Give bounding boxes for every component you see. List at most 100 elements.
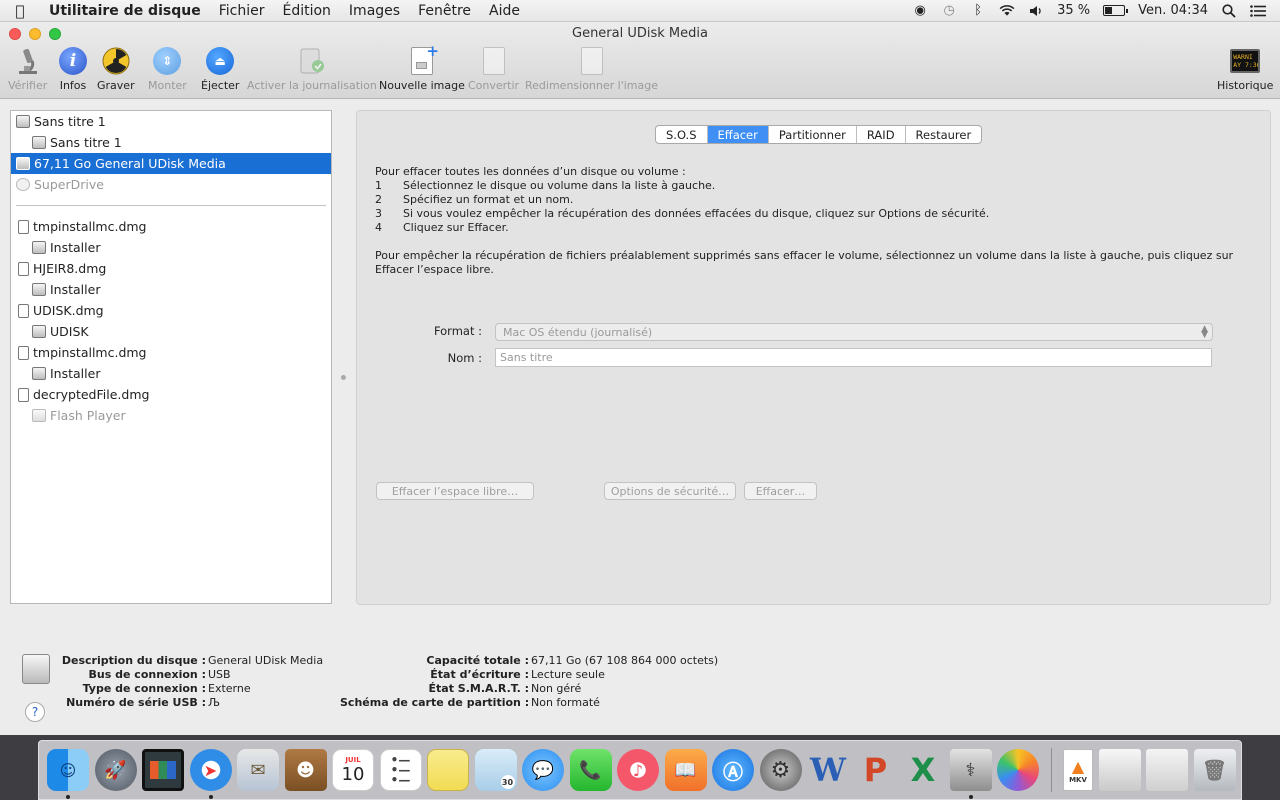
info-button[interactable]: i Infos bbox=[58, 46, 88, 92]
mount-button[interactable]: ⇕ Monter bbox=[148, 46, 187, 92]
sidebar-item-label: HJEIR8.dmg bbox=[33, 261, 107, 276]
history-button[interactable]: WARNI AY 7:36 Historique bbox=[1217, 46, 1273, 92]
mail-icon[interactable]: ✉ bbox=[237, 749, 279, 791]
eject-button[interactable]: ⏏ Éjecter bbox=[201, 46, 239, 92]
sidebar-item-dmg[interactable]: tmpinstallmc.dmg bbox=[11, 216, 331, 237]
step-3: 3 Si vous voulez empêcher la récupération… bbox=[375, 207, 1255, 221]
menu-images[interactable]: Images bbox=[340, 3, 409, 19]
sidebar-item-udisk-media[interactable]: 67,11 Go General UDisk Media bbox=[11, 153, 331, 174]
split-view-handle[interactable] bbox=[341, 375, 346, 380]
facetime-icon[interactable]: 📞 bbox=[569, 749, 612, 791]
format-select[interactable]: Mac OS étendu (journalisé) ▲ ▼ bbox=[495, 323, 1213, 341]
tab-erase[interactable]: Effacer bbox=[707, 126, 769, 143]
mount-label: Monter bbox=[148, 79, 187, 92]
image-folder-icon[interactable] bbox=[1146, 749, 1188, 791]
running-indicator bbox=[66, 795, 70, 799]
security-options-button[interactable]: Options de sécurité… bbox=[604, 482, 736, 500]
screenshot-file-icon[interactable] bbox=[1098, 749, 1141, 791]
sidebar-item-dmg[interactable]: tmpinstallmc.dmg bbox=[11, 342, 331, 363]
resize-label: Redimensionner l'image bbox=[525, 79, 658, 92]
console-log-icon: WARNI AY 7:36 bbox=[1230, 46, 1261, 76]
time-machine-icon[interactable]: ◷ bbox=[941, 3, 957, 18]
menu-bar:  Utilitaire de disque Fichier Édition I… bbox=[0, 0, 1280, 22]
running-indicator bbox=[208, 795, 213, 799]
wifi-icon[interactable] bbox=[999, 4, 1015, 18]
battery-fill bbox=[1105, 7, 1113, 14]
resize-image-button[interactable]: Redimensionner l'image bbox=[525, 46, 658, 92]
tab-first-aid[interactable]: S.O.S bbox=[656, 126, 708, 143]
chevron-up-down-icon: ▲ ▼ bbox=[1201, 324, 1208, 340]
sidebar-item-superdrive[interactable]: SuperDrive bbox=[11, 174, 331, 195]
verify-button[interactable]: Vérifier bbox=[8, 46, 47, 92]
sidebar-item-flash-player[interactable]: Flash Player bbox=[11, 405, 331, 426]
sidebar-item-volume[interactable]: UDISK bbox=[11, 321, 331, 342]
menu-fichier[interactable]: Fichier bbox=[210, 3, 274, 19]
contacts-icon[interactable]: ☻ bbox=[284, 749, 327, 791]
history-label: Historique bbox=[1217, 79, 1274, 92]
erase-button[interactable]: Effacer… bbox=[744, 482, 817, 500]
menu-aide[interactable]: Aide bbox=[480, 3, 529, 19]
app-store-icon[interactable]: Ⓐ bbox=[712, 749, 754, 791]
info-value: Non formaté bbox=[531, 696, 600, 709]
excel-icon[interactable]: X bbox=[902, 749, 944, 791]
itunes-icon[interactable]: ♪ bbox=[617, 749, 659, 791]
battery-icon[interactable] bbox=[1103, 5, 1129, 16]
word-icon[interactable]: W bbox=[807, 749, 849, 791]
disk-utility-icon[interactable]: ⚕ bbox=[949, 749, 992, 799]
sidebar-item-dmg[interactable]: HJEIR8.dmg bbox=[11, 258, 331, 279]
info-write-status: État d’écriture : Lecture seule bbox=[340, 668, 605, 681]
notes-icon[interactable] bbox=[427, 749, 469, 791]
sidebar-item-sans-titre-volume[interactable]: Sans titre 1 bbox=[11, 132, 331, 153]
sidebar-item-volume[interactable]: Installer bbox=[11, 237, 331, 258]
finder-icon[interactable]: ☺ bbox=[47, 749, 89, 799]
ibooks-icon[interactable]: 📖 bbox=[664, 749, 707, 791]
name-input[interactable]: Sans titre bbox=[495, 348, 1212, 367]
calendar-icon[interactable]: JUIL 10 bbox=[332, 749, 374, 791]
enable-journaling-button[interactable]: Activer la journalisation bbox=[247, 46, 377, 92]
menu-edition[interactable]: Édition bbox=[273, 3, 339, 19]
help-button[interactable]: ? bbox=[25, 702, 45, 722]
convert-button[interactable]: Convertir bbox=[468, 46, 519, 92]
volume-icon[interactable] bbox=[1028, 4, 1044, 18]
trash-icon[interactable]: 🗑 bbox=[1193, 749, 1236, 791]
info-value: Љ bbox=[208, 696, 221, 709]
burn-button[interactable]: Graver bbox=[97, 46, 135, 92]
sidebar-item-volume[interactable]: Installer bbox=[11, 279, 331, 300]
disk-image-file-icon bbox=[18, 345, 29, 360]
mkv-file-icon[interactable]: ▲ MKV bbox=[1063, 749, 1093, 791]
menu-app-name[interactable]: Utilitaire de disque bbox=[40, 3, 210, 19]
history-log-line-2: AY 7:36 bbox=[1233, 61, 1261, 69]
menu-fenetre[interactable]: Fenêtre bbox=[409, 3, 480, 19]
tab-partition[interactable]: Partitionner bbox=[769, 126, 857, 143]
sidebar-item-sans-titre-disk[interactable]: Sans titre 1 bbox=[11, 111, 331, 132]
battery-percent[interactable]: 35 % bbox=[1057, 3, 1090, 18]
launchpad-icon[interactable]: 🚀 bbox=[94, 749, 137, 791]
sidebar-item-dmg[interactable]: UDISK.dmg bbox=[11, 300, 331, 321]
powerpoint-icon[interactable]: P bbox=[855, 749, 897, 791]
apple-menu-icon[interactable]:  bbox=[0, 2, 40, 20]
sidebar-item-label: Installer bbox=[50, 366, 101, 381]
spotlight-search-icon[interactable] bbox=[1221, 3, 1237, 18]
info-key: Schéma de carte de partition : bbox=[340, 696, 530, 709]
notification-center-icon[interactable] bbox=[1250, 4, 1266, 18]
sidebar-item-dmg[interactable]: decryptedFile.dmg bbox=[11, 384, 331, 405]
system-preferences-icon[interactable]: ⚙ bbox=[759, 749, 802, 791]
messages-icon[interactable]: 💬 bbox=[522, 749, 564, 791]
clock[interactable]: Ven. 04:34 bbox=[1138, 3, 1208, 18]
safari-icon[interactable]: ➤ bbox=[189, 749, 232, 799]
bluetooth-icon[interactable]: ᛒ bbox=[970, 3, 986, 18]
disk-image-file-icon bbox=[18, 387, 29, 402]
tab-restore[interactable]: Restaurer bbox=[906, 126, 982, 143]
tab-raid[interactable]: RAID bbox=[857, 126, 906, 143]
preview-icon[interactable]: 30 bbox=[474, 749, 517, 791]
step-4: 4 Cliquez sur Effacer. bbox=[375, 221, 1255, 235]
preview-badge: 30 bbox=[500, 775, 515, 789]
new-image-button[interactable]: + Nouvelle image bbox=[379, 42, 465, 92]
step-text: Spécifiez un format et un nom. bbox=[403, 193, 574, 206]
reminders-icon[interactable]: •— •— •— bbox=[379, 749, 422, 791]
mission-control-icon[interactable] bbox=[142, 749, 184, 791]
eye-icon[interactable]: ◉ bbox=[912, 3, 928, 18]
erase-free-space-button[interactable]: Effacer l’espace libre… bbox=[376, 482, 534, 500]
sidebar-item-volume[interactable]: Installer bbox=[11, 363, 331, 384]
photos-icon[interactable] bbox=[997, 749, 1039, 791]
